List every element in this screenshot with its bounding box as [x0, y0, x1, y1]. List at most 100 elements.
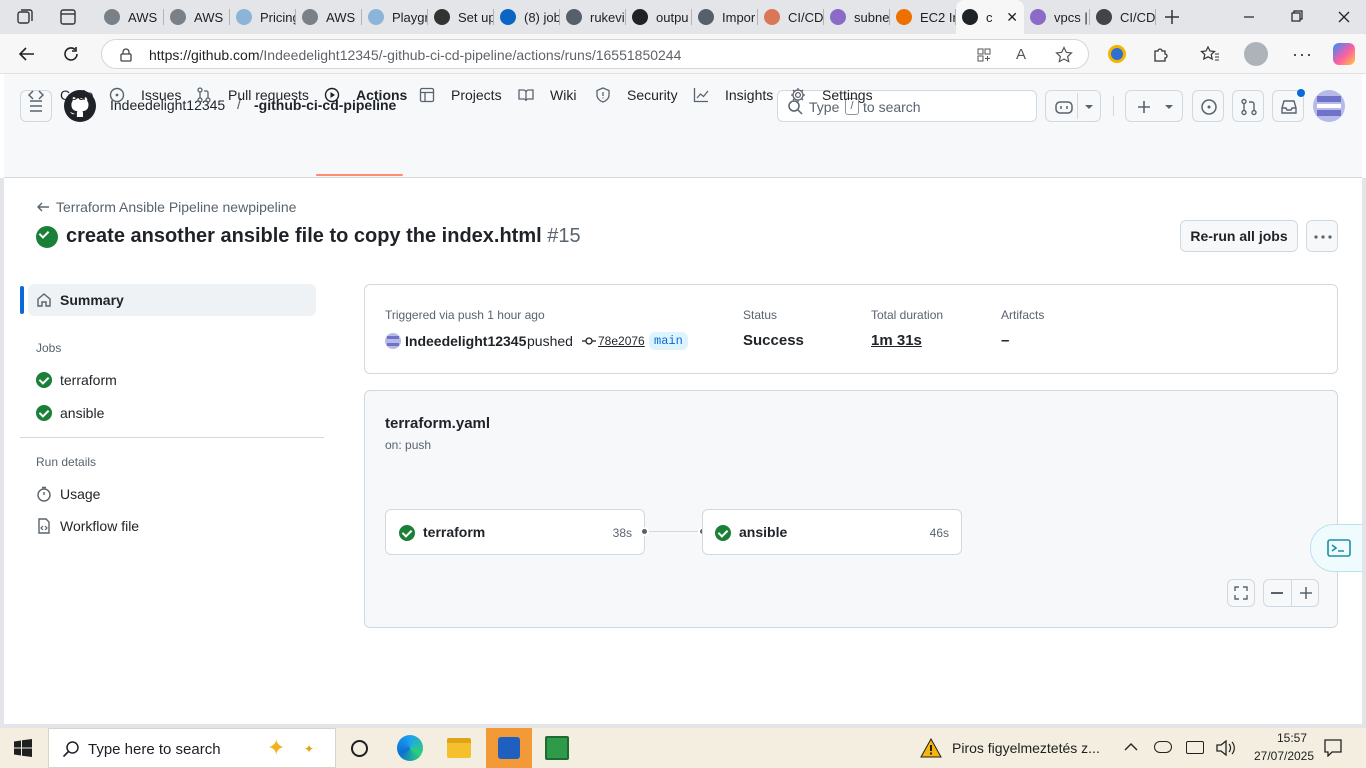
site-info-icon[interactable]: [119, 47, 133, 63]
browser-tab[interactable]: AWS: [296, 0, 362, 34]
browser-tab[interactable]: Impor: [692, 0, 758, 34]
extensions-puzzle-icon[interactable]: [1152, 45, 1170, 63]
tab-actions[interactable]: Actions: [324, 80, 407, 110]
notification-center-icon[interactable]: [1324, 739, 1342, 757]
connector-dot-start: [640, 527, 649, 536]
browser-tab[interactable]: vpcs |: [1024, 0, 1090, 34]
create-new-button[interactable]: [1125, 90, 1183, 122]
taskbar-search-placeholder: Type here to search: [88, 741, 221, 758]
browser-tab-label: rukevi: [590, 9, 625, 25]
ec2-icon: [896, 9, 912, 25]
browser-tab[interactable]: CI/CD: [1090, 0, 1156, 34]
profile-avatar[interactable]: [1244, 42, 1268, 66]
taskbar-active-app[interactable]: [486, 728, 532, 768]
actor-name[interactable]: Indeedelight12345: [405, 333, 526, 349]
maximize-button[interactable]: [1290, 10, 1304, 24]
favorites-icon[interactable]: [1200, 45, 1220, 63]
file-explorer-icon[interactable]: [447, 738, 471, 758]
browser-tab-label: Playgr: [392, 9, 428, 25]
browser-tab[interactable]: (8) job: [494, 0, 560, 34]
tab-actions-icon[interactable]: [59, 8, 77, 26]
browser-tab[interactable]: EC2 In: [890, 0, 956, 34]
tab-code[interactable]: Code: [28, 80, 93, 110]
kebab-horizontal-icon: [1314, 235, 1332, 239]
extension-icon[interactable]: [1108, 45, 1126, 63]
sidebar-workflow-file-label: Workflow file: [60, 518, 140, 534]
network-icon[interactable]: [1186, 741, 1204, 754]
windows-start-icon[interactable]: [14, 739, 32, 757]
duration-link[interactable]: 1m 31s: [871, 332, 922, 349]
sidebar-usage[interactable]: Usage: [36, 486, 100, 502]
volume-icon[interactable]: [1216, 740, 1236, 756]
tab-label: Insights: [725, 87, 774, 103]
commit-sha-link[interactable]: 78e2076: [598, 334, 645, 348]
home-icon: [36, 292, 52, 308]
more-options-icon[interactable]: ···: [1292, 44, 1313, 65]
onedrive-icon[interactable]: [1154, 741, 1172, 753]
browser-tab[interactable]: Pricing: [230, 0, 296, 34]
zoom-out-button[interactable]: [1264, 580, 1291, 606]
browser-tab[interactable]: CI/CD: [758, 0, 824, 34]
refresh-icon[interactable]: [62, 45, 80, 63]
browser-tab[interactable]: AWS: [164, 0, 230, 34]
sparkle-icon: ✦: [267, 735, 286, 760]
app-window-icon: [498, 737, 520, 759]
feedback-widget-button[interactable]: [1310, 524, 1366, 572]
sidebar-job-terraform[interactable]: terraform: [36, 372, 117, 388]
favorite-star-icon[interactable]: [1055, 46, 1073, 64]
branch-badge[interactable]: main: [649, 332, 688, 350]
user-avatar[interactable]: [1313, 90, 1345, 122]
tab-pull-requests[interactable]: Pull requests: [196, 80, 309, 110]
tab-wiki[interactable]: Wiki: [518, 80, 576, 110]
issues-button[interactable]: [1192, 90, 1224, 122]
zoom-in-button[interactable]: [1292, 580, 1319, 606]
sidebar-jobs-heading: Jobs: [36, 341, 62, 355]
table-icon: [419, 87, 443, 103]
browser-tab[interactable]: rukevi: [560, 0, 626, 34]
workflow-back-link[interactable]: Terraform Ansible Pipeline newpipeline: [56, 199, 296, 215]
github-icon: [962, 9, 978, 25]
browser-tab[interactable]: AWS: [98, 0, 164, 34]
new-tab-button[interactable]: [1163, 8, 1181, 26]
sidebar-job-ansible[interactable]: ansible: [36, 405, 104, 421]
rerun-all-jobs-button[interactable]: Re-run all jobs: [1180, 220, 1298, 252]
tab-settings[interactable]: Settings: [790, 80, 873, 110]
chevron-up-icon[interactable]: [1124, 742, 1138, 752]
copilot-icon[interactable]: [1333, 43, 1355, 65]
browser-tab[interactable]: outpu: [626, 0, 692, 34]
sidebar-workflow-file[interactable]: Workflow file: [36, 518, 139, 534]
browser-tab[interactable]: subne: [824, 0, 890, 34]
browser-tab[interactable]: Playgr: [362, 0, 428, 34]
notepad-icon[interactable]: [545, 736, 569, 760]
pull-requests-button[interactable]: [1232, 90, 1264, 122]
task-view-icon[interactable]: [351, 740, 368, 757]
tab-projects[interactable]: Projects: [419, 80, 502, 110]
run-options-button[interactable]: [1306, 220, 1338, 252]
edge-browser-icon[interactable]: [397, 735, 423, 761]
tab-security[interactable]: Security: [595, 80, 678, 110]
minimize-button[interactable]: [1242, 10, 1256, 24]
job-card-terraform[interactable]: terraform 38s: [385, 509, 645, 555]
app-available-icon[interactable]: [976, 47, 992, 63]
artifacts-label: Artifacts: [1001, 308, 1045, 322]
fullscreen-button[interactable]: [1227, 579, 1255, 607]
job-card-ansible[interactable]: ansible 46s: [702, 509, 962, 555]
tab-issues[interactable]: Issues: [109, 80, 181, 110]
browser-tab-label: c: [986, 9, 993, 25]
back-arrow-icon[interactable]: [36, 200, 50, 214]
taskbar-notification-text[interactable]: Piros figyelmeztetés z...: [952, 740, 1100, 756]
close-window-button[interactable]: [1337, 10, 1351, 24]
taskbar-search-box[interactable]: Type here to search ✦ ✦: [48, 728, 336, 768]
browser-tab[interactable]: c ✕: [956, 0, 1024, 34]
copilot-button[interactable]: [1045, 90, 1101, 122]
workspaces-icon[interactable]: [16, 8, 34, 26]
browser-tab[interactable]: Set up: [428, 0, 494, 34]
back-icon[interactable]: [18, 45, 36, 63]
url-field[interactable]: https://github.com/Indeedelight12345/-gi…: [101, 39, 1089, 69]
close-tab-icon[interactable]: ✕: [1006, 9, 1018, 26]
taskbar-time[interactable]: 15:57: [1264, 731, 1320, 745]
tab-insights[interactable]: Insights: [693, 80, 773, 110]
taskbar-date[interactable]: 27/07/2025: [1246, 749, 1322, 763]
sidebar-summary[interactable]: Summary: [28, 284, 316, 316]
read-aloud-icon[interactable]: A: [1016, 46, 1026, 63]
